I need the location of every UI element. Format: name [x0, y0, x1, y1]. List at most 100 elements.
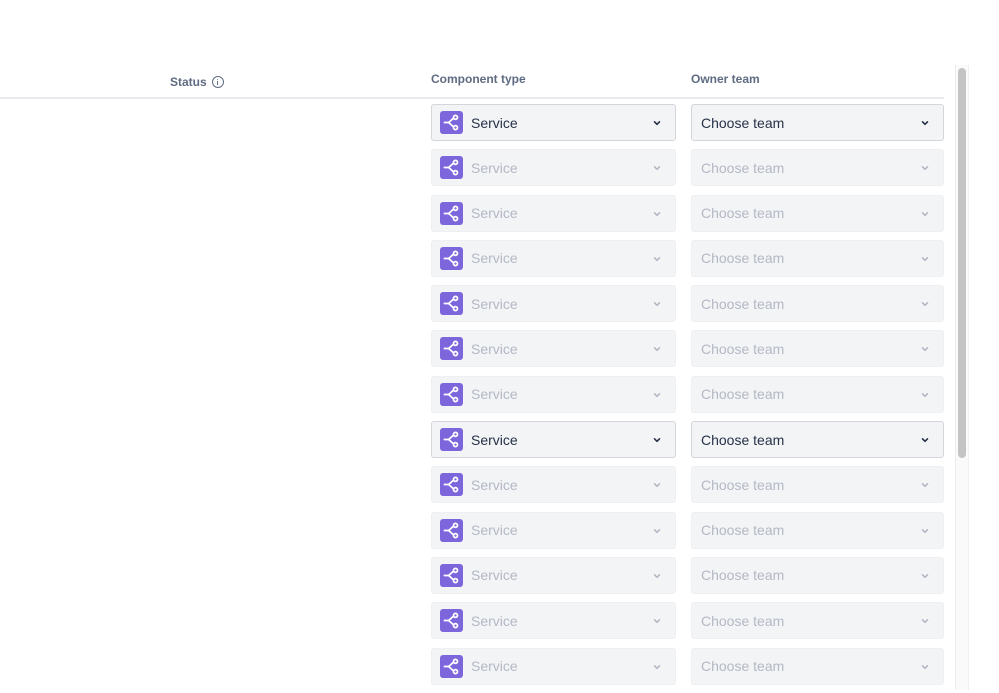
owner-team-select[interactable]: Choose team: [691, 375, 944, 413]
owner-team-placeholder: Choose team: [701, 567, 785, 584]
table-row: Service Choose team: [0, 602, 944, 647]
chevron-down-icon: [920, 435, 930, 445]
info-circle-icon[interactable]: [211, 76, 224, 88]
service-branch-icon: [440, 246, 463, 270]
scrollbar-thumb[interactable]: [958, 68, 966, 458]
chevron-down-icon: [920, 163, 930, 173]
service-branch-icon: [440, 111, 463, 134]
owner-team-placeholder: Choose team: [701, 612, 785, 629]
chevron-down-icon: [920, 118, 930, 128]
service-branch-icon: [440, 473, 463, 497]
table-row: Service Choose team: [0, 375, 944, 421]
component-type-value: Service: [471, 431, 518, 448]
chevron-down-icon: [652, 435, 662, 445]
owner-team-select[interactable]: Choose team: [691, 421, 944, 459]
owner-team-placeholder: Choose team: [701, 295, 785, 312]
table-row: Service Choose team: [0, 285, 944, 330]
chevron-down-icon: [920, 299, 930, 309]
column-header-component-type: Component type: [431, 72, 526, 86]
component-type-value: Service: [471, 567, 518, 584]
owner-team-select[interactable]: Choose team: [691, 647, 944, 685]
component-type-select[interactable]: Service: [431, 556, 676, 594]
component-type-value: Service: [471, 114, 518, 131]
component-type-select[interactable]: Service: [431, 375, 676, 413]
component-type-value: Service: [471, 250, 518, 267]
component-type-value: Service: [471, 612, 518, 629]
service-branch-icon: [440, 201, 463, 225]
service-branch-icon: [440, 654, 463, 678]
component-type-value: Service: [471, 159, 518, 176]
chevron-down-icon: [652, 616, 662, 626]
component-type-select[interactable]: Service: [431, 602, 676, 640]
component-type-value: Service: [471, 340, 518, 357]
component-type-select[interactable]: Service: [431, 647, 676, 685]
component-type-select[interactable]: Service: [431, 511, 676, 549]
component-type-value: Service: [471, 522, 518, 539]
chevron-down-icon: [920, 344, 930, 354]
owner-team-select[interactable]: Choose team: [691, 104, 944, 141]
component-type-value: Service: [471, 386, 518, 403]
owner-team-placeholder: Choose team: [701, 522, 785, 539]
chevron-down-icon: [652, 480, 662, 490]
component-type-select[interactable]: Service: [431, 194, 676, 232]
owner-team-select[interactable]: Choose team: [691, 602, 944, 640]
service-branch-icon: [440, 382, 463, 406]
component-type-value: Service: [471, 658, 518, 675]
owner-team-select[interactable]: Choose team: [691, 556, 944, 594]
vertical-scrollbar[interactable]: [955, 65, 969, 690]
chevron-down-icon: [652, 571, 662, 581]
chevron-down-icon: [652, 254, 662, 264]
chevron-down-icon: [920, 571, 930, 581]
owner-team-select[interactable]: Choose team: [691, 466, 944, 504]
owner-team-select[interactable]: Choose team: [691, 330, 944, 368]
table-row: Service Choose team: [0, 466, 944, 511]
chevron-down-icon: [920, 390, 930, 400]
chevron-down-icon: [920, 480, 930, 490]
owner-team-placeholder: Choose team: [701, 431, 785, 448]
table-row: Service Choose team: [0, 149, 944, 194]
component-type-select[interactable]: Service: [431, 285, 676, 323]
table-body: Service Choose team Service Choose team …: [0, 104, 944, 693]
owner-team-placeholder: Choose team: [701, 658, 785, 675]
table-row: Service Choose team: [0, 104, 944, 149]
service-branch-icon: [440, 156, 463, 180]
table-row: Service Choose team: [0, 556, 944, 602]
chevron-down-icon: [920, 526, 930, 536]
chevron-down-icon: [652, 299, 662, 309]
owner-team-placeholder: Choose team: [701, 476, 785, 493]
table-row: Service Choose team: [0, 239, 944, 285]
table-row: Service Choose team: [0, 421, 944, 466]
owner-team-select[interactable]: Choose team: [691, 239, 944, 277]
chevron-down-icon: [920, 254, 930, 264]
column-header-owner-team: Owner team: [691, 72, 760, 86]
owner-team-select[interactable]: Choose team: [691, 194, 944, 232]
service-branch-icon: [440, 292, 463, 316]
component-type-select[interactable]: Service: [431, 330, 676, 368]
component-type-select[interactable]: Service: [431, 421, 676, 459]
owner-team-select[interactable]: Choose team: [691, 511, 944, 549]
owner-team-select[interactable]: Choose team: [691, 285, 944, 323]
component-type-value: Service: [471, 295, 518, 312]
table-row: Service Choose team: [0, 511, 944, 557]
owner-team-placeholder: Choose team: [701, 114, 785, 131]
table-row: Service Choose team: [0, 647, 944, 693]
chevron-down-icon: [920, 209, 930, 219]
table-header: Status Component type Owner team: [0, 0, 944, 99]
service-branch-icon: [440, 518, 463, 542]
component-type-select[interactable]: Service: [431, 149, 676, 187]
service-branch-icon: [440, 428, 463, 452]
owner-team-select[interactable]: Choose team: [691, 149, 944, 187]
owner-team-placeholder: Choose team: [701, 250, 785, 267]
chevron-down-icon: [652, 118, 662, 128]
chevron-down-icon: [652, 662, 662, 672]
column-header-status-label: Status: [170, 75, 207, 89]
component-type-select[interactable]: Service: [431, 104, 676, 141]
owner-team-placeholder: Choose team: [701, 205, 785, 222]
component-type-select[interactable]: Service: [431, 466, 676, 504]
chevron-down-icon: [652, 526, 662, 536]
chevron-down-icon: [652, 390, 662, 400]
table-row: Service Choose team: [0, 330, 944, 375]
owner-team-placeholder: Choose team: [701, 340, 785, 357]
service-branch-icon: [440, 609, 463, 633]
component-type-select[interactable]: Service: [431, 239, 676, 277]
